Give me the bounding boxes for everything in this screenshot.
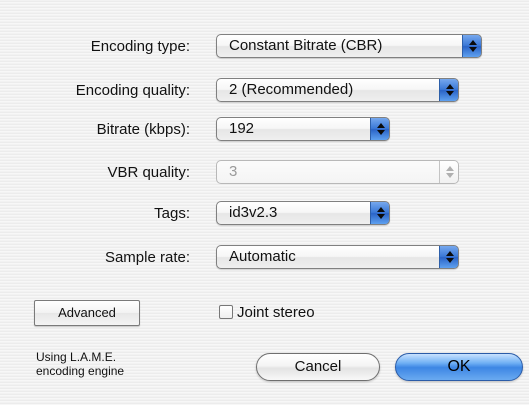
popup-arrows-icon xyxy=(370,202,389,224)
checkbox-icon xyxy=(219,305,233,319)
popup-arrows-icon xyxy=(439,79,458,101)
encoding-quality-label: Encoding quality: xyxy=(75,82,190,99)
encoding-quality-row: Encoding quality: 2 (Recommended) xyxy=(0,78,529,104)
encoding-type-popup[interactable]: Constant Bitrate (CBR) xyxy=(216,34,482,58)
ok-button-label: OK xyxy=(447,358,471,375)
sample-rate-label: Sample rate: xyxy=(104,249,190,266)
encoding-type-value: Constant Bitrate (CBR) xyxy=(229,37,383,54)
tags-value: id3v2.3 xyxy=(229,204,278,221)
tags-label: Tags: xyxy=(154,205,190,222)
encoding-quality-value: 2 (Recommended) xyxy=(229,81,354,98)
tags-popup[interactable]: id3v2.3 xyxy=(216,201,390,225)
vbr-quality-row: VBR quality: 3 xyxy=(0,160,529,186)
sample-rate-row: Sample rate: Automatic xyxy=(0,245,529,271)
popup-arrows-icon xyxy=(462,35,481,57)
advanced-button[interactable]: Advanced xyxy=(34,300,140,326)
bitrate-value: 192 xyxy=(229,120,255,137)
tags-row: Tags: id3v2.3 xyxy=(0,201,529,227)
ok-button[interactable]: OK xyxy=(395,353,523,381)
vbr-quality-label: VBR quality: xyxy=(107,164,190,181)
cancel-button-label: Cancel xyxy=(294,358,342,375)
bitrate-label: Bitrate (kbps): xyxy=(96,121,190,138)
encoding-type-label: Encoding type: xyxy=(90,38,190,55)
encoding-quality-popup[interactable]: 2 (Recommended) xyxy=(216,78,459,102)
popup-arrows-icon xyxy=(439,246,458,268)
vbr-quality-value: 3 xyxy=(229,163,238,180)
sample-rate-value: Automatic xyxy=(229,248,296,265)
joint-stereo-label: Joint stereo xyxy=(237,304,315,321)
encoding-type-row: Encoding type: Constant Bitrate (CBR) xyxy=(0,34,529,60)
engine-line-2: encoding engine xyxy=(36,364,125,378)
bitrate-row: Bitrate (kbps): 192 xyxy=(0,117,529,143)
popup-arrows-icon xyxy=(370,118,389,140)
engine-line-1: Using L.A.M.E. xyxy=(36,350,117,364)
cancel-button[interactable]: Cancel xyxy=(256,353,380,381)
advanced-button-label: Advanced xyxy=(58,305,116,320)
bitrate-popup[interactable]: 192 xyxy=(216,117,390,141)
engine-info-text: Using L.A.M.E. encoding engine xyxy=(36,350,124,378)
popup-arrows-icon xyxy=(439,161,458,183)
sample-rate-popup[interactable]: Automatic xyxy=(216,245,459,269)
vbr-quality-popup[interactable]: 3 xyxy=(216,160,459,184)
